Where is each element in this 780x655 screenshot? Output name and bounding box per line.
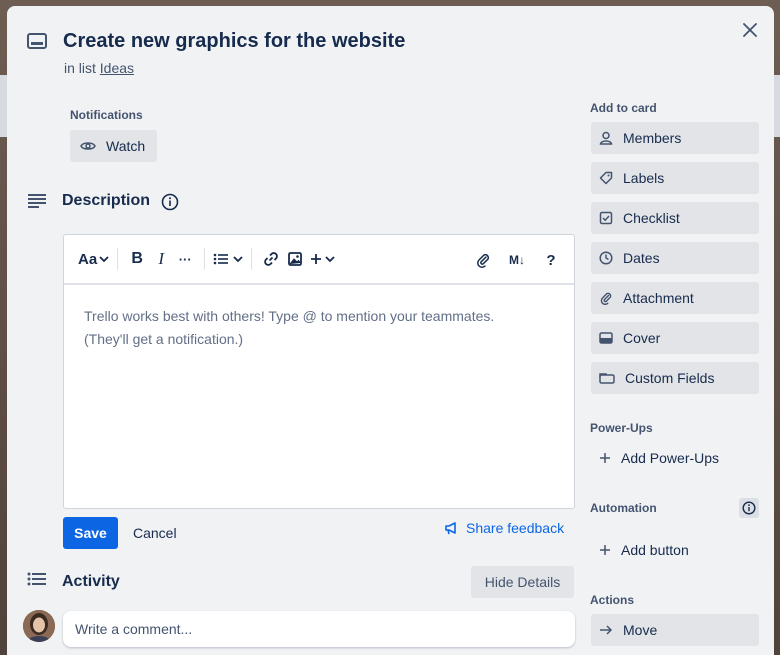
editor-placeholder[interactable]: Trello works best with others! Type @ to… <box>64 285 574 371</box>
card-detail-modal: Create new graphics for the website in l… <box>7 6 774 655</box>
arrow-right-icon <box>600 625 613 635</box>
activity-icon <box>27 572 47 588</box>
text-style-button[interactable]: Aa <box>78 245 109 273</box>
cancel-button[interactable]: Cancel <box>133 525 177 541</box>
insert-button[interactable] <box>310 245 335 273</box>
card-title[interactable]: Create new graphics for the website <box>63 30 405 53</box>
share-feedback-label: Share feedback <box>466 520 565 536</box>
move-button[interactable]: Move <box>591 614 759 646</box>
close-icon <box>743 23 757 37</box>
text-style-label: Aa <box>78 250 98 268</box>
paperclip-icon <box>477 253 490 268</box>
actions-label: Actions <box>590 593 635 607</box>
add-to-card-label: Add to card <box>590 101 657 115</box>
add-power-ups-label: Add Power-Ups <box>621 450 720 466</box>
save-button[interactable]: Save <box>63 517 118 549</box>
bullet-list-icon <box>213 253 229 265</box>
description-icon <box>27 193 47 209</box>
chevron-down-icon <box>233 256 243 263</box>
link-button[interactable] <box>260 245 282 273</box>
in-list-prefix: in list <box>64 60 96 76</box>
card-icon <box>27 33 47 49</box>
tag-icon <box>599 171 613 185</box>
clock-icon <box>599 251 613 265</box>
attachment-button[interactable] <box>472 246 494 274</box>
add-button-label: Add button <box>621 542 689 558</box>
paperclip-icon <box>600 292 612 305</box>
more-formatting-button[interactable]: ··· <box>174 245 196 273</box>
in-list-text: in list Ideas <box>64 60 134 76</box>
plus-icon <box>600 453 610 463</box>
labels-button[interactable]: Labels <box>591 162 759 194</box>
add-power-ups-button[interactable]: Add Power-Ups <box>591 442 759 474</box>
automation-label: Automation <box>590 501 657 515</box>
dates-button[interactable]: Dates <box>591 242 759 274</box>
cover-icon <box>599 332 613 344</box>
list-button[interactable] <box>213 245 243 273</box>
cover-label: Cover <box>623 330 661 346</box>
plus-icon <box>600 545 610 555</box>
watch-label: Watch <box>106 138 146 154</box>
chevron-down-icon <box>99 256 109 263</box>
power-ups-label: Power-Ups <box>590 421 653 435</box>
toolbar-divider <box>204 248 206 270</box>
editor-toolbar: Aa B I ··· M↓ ? <box>64 235 574 285</box>
members-button[interactable]: Members <box>591 122 759 154</box>
link-icon <box>264 252 278 266</box>
avatar[interactable] <box>23 610 55 642</box>
chevron-down-icon <box>325 256 335 263</box>
list-link[interactable]: Ideas <box>100 60 134 76</box>
dates-label: Dates <box>623 250 660 266</box>
custom-fields-button[interactable]: Custom Fields <box>591 362 759 394</box>
description-title: Description <box>62 192 151 209</box>
labels-label: Labels <box>623 170 665 186</box>
checkbox-icon <box>599 211 613 225</box>
description-editor[interactable]: Aa B I ··· M↓ ? Trello works best with o… <box>63 234 575 509</box>
megaphone-icon <box>445 522 456 535</box>
placeholder-line-2: (They'll get a notification.) <box>84 331 244 347</box>
help-button[interactable]: ? <box>540 246 562 274</box>
bold-button[interactable]: B <box>126 245 148 273</box>
cover-button[interactable]: Cover <box>591 322 759 354</box>
user-avatar-icon <box>23 610 55 642</box>
add-button-button[interactable]: Add button <box>591 534 759 566</box>
placeholder-line-1: Trello works best with others! Type @ to… <box>84 308 495 324</box>
eye-icon <box>80 142 96 150</box>
share-feedback-link[interactable]: Share feedback <box>444 520 564 536</box>
hide-details-button[interactable]: Hide Details <box>471 566 574 598</box>
watch-button[interactable]: Watch <box>70 130 158 162</box>
toolbar-right-group: M↓ ? <box>472 246 562 274</box>
members-label: Members <box>623 130 682 146</box>
checklist-label: Checklist <box>623 210 680 226</box>
attachment-sidebar-button[interactable]: Attachment <box>591 282 759 314</box>
toolbar-divider <box>251 248 253 270</box>
italic-button[interactable]: I <box>150 245 172 273</box>
custom-fields-label: Custom Fields <box>625 370 715 386</box>
image-icon <box>288 252 303 266</box>
move-label: Move <box>623 622 658 638</box>
automation-info-button[interactable] <box>739 498 759 518</box>
plus-icon <box>311 254 322 264</box>
notifications-label: Notifications <box>70 108 143 122</box>
activity-title: Activity <box>62 573 120 590</box>
person-icon <box>599 131 613 145</box>
info-icon[interactable] <box>161 193 179 211</box>
checklist-button[interactable]: Checklist <box>591 202 759 234</box>
image-button[interactable] <box>284 245 306 273</box>
close-button[interactable] <box>738 18 762 42</box>
toolbar-divider <box>117 248 119 270</box>
comment-input[interactable]: Write a comment... <box>63 611 575 647</box>
attachment-label: Attachment <box>623 290 694 306</box>
custom-fields-icon <box>599 373 615 384</box>
markdown-button[interactable]: M↓ <box>506 246 528 274</box>
info-icon <box>742 501 756 515</box>
